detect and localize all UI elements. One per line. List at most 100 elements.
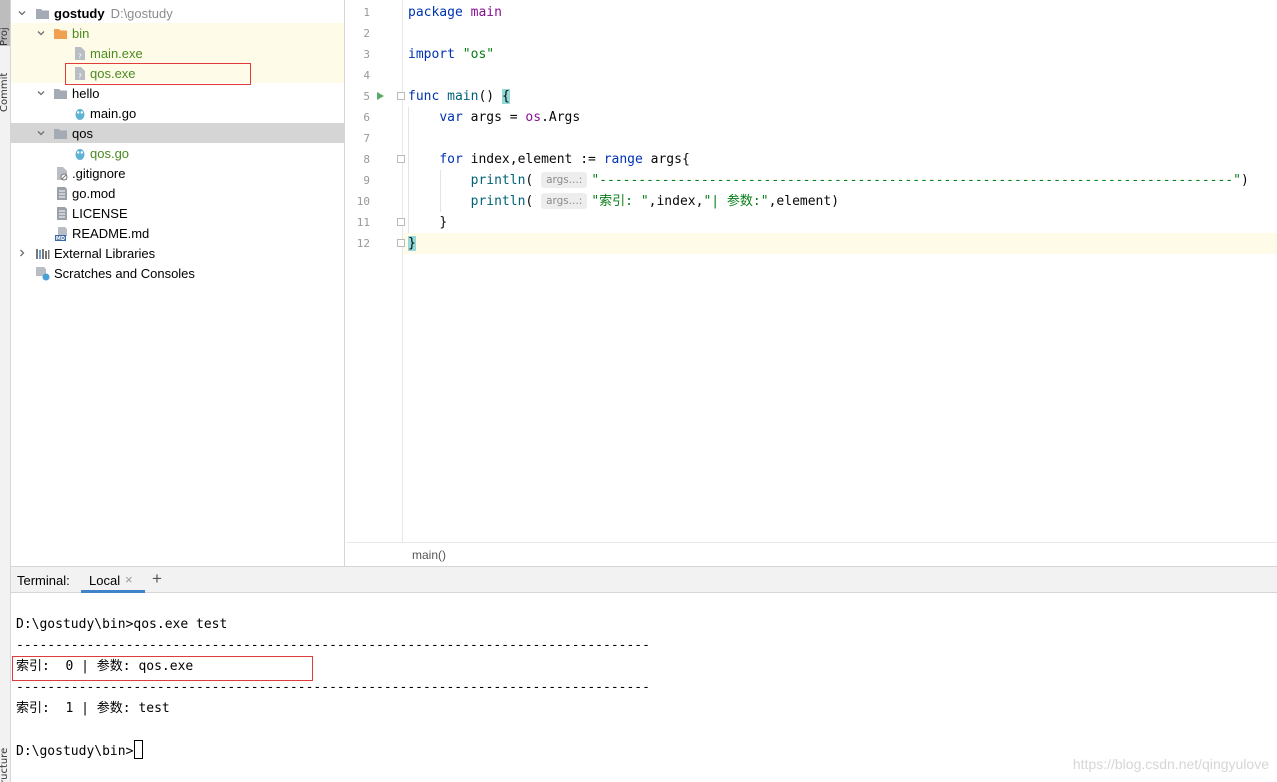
line-number: 2 <box>363 27 370 40</box>
close-icon[interactable]: × <box>125 572 133 587</box>
tree-row-hello[interactable]: hello <box>11 83 344 103</box>
code-line-8: for index,element := range args{ <box>439 152 690 167</box>
tree-label: Scratches and Consoles <box>54 265 195 281</box>
structure-tool-tab[interactable]: ructure <box>0 744 10 782</box>
text-file-icon <box>54 205 70 221</box>
code-line-3: import "os" <box>408 47 495 62</box>
terminal-header: Terminal: Local × + <box>11 566 1277 593</box>
project-tree-panel: gostudy D:\gostudy bin ? main.exe ? qos.e… <box>11 0 345 566</box>
library-icon <box>34 245 50 261</box>
code-line-12: } <box>408 236 416 251</box>
terminal-line: D:\gostudy\bin>qos.exe test <box>16 617 228 632</box>
line-number: 7 <box>363 132 370 145</box>
fold-marker-icon[interactable] <box>397 92 405 100</box>
unknown-file-icon: ? <box>72 45 88 61</box>
fold-marker-icon[interactable] <box>397 218 405 226</box>
watermark: https://blog.csdn.net/qingyulove <box>1072 756 1269 772</box>
breadcrumb[interactable]: main() <box>412 548 446 562</box>
line-number: 3 <box>363 48 370 61</box>
tree-row-qos[interactable]: qos <box>11 123 344 143</box>
tree-row-bin[interactable]: bin <box>11 23 344 43</box>
tree-row-gitignore[interactable]: .gitignore <box>11 163 344 183</box>
highlight-box <box>65 63 251 85</box>
code-line-10: println( args...: "索引: ",index,"| 参数:",el… <box>470 193 840 209</box>
tree-row-qos-go[interactable]: qos.go <box>11 143 344 163</box>
tree-row-gostudy[interactable]: gostudy D:\gostudy <box>11 3 344 23</box>
code-line-11: } <box>439 215 448 230</box>
fold-marker-icon[interactable] <box>397 155 405 163</box>
project-tool-tab[interactable]: Proj <box>0 0 10 46</box>
terminal-line: ----------------------------------------… <box>16 680 650 695</box>
terminal-output[interactable]: D:\gostudy\bin>qos.exe test ------------… <box>11 593 1277 782</box>
commit-tool-tab[interactable]: Commit <box>0 56 10 112</box>
tree-label: go.mod <box>72 185 116 201</box>
svg-text:MD: MD <box>55 236 64 241</box>
current-line-highlight <box>346 233 1277 254</box>
code-line-5: func main() { <box>408 89 510 104</box>
code-line-9: println( args...: "----------------------… <box>470 172 1249 188</box>
line-number: 8 <box>363 153 370 166</box>
tree-label: README.md <box>72 225 150 241</box>
tab-local[interactable]: Local × <box>81 567 145 593</box>
fold-marker-icon[interactable] <box>397 239 405 247</box>
scratches-icon <box>34 265 50 281</box>
folder-icon <box>52 85 68 101</box>
folder-icon <box>52 25 68 41</box>
code-editor[interactable]: 1 2 3 4 5 6 7 8 9 10 11 12 package main … <box>346 0 1277 566</box>
folder-icon <box>34 5 50 21</box>
code-line-6: var args = os.Args <box>439 110 581 125</box>
tree-label: bin <box>72 25 90 41</box>
chevron-down-icon[interactable] <box>36 28 46 38</box>
tree-label: main.go <box>90 105 137 121</box>
line-number: 12 <box>356 237 370 250</box>
parameter-hint: args...: <box>541 172 588 188</box>
code-line-1: package main <box>408 5 502 20</box>
go-file-icon <box>72 145 88 161</box>
tree-label: qos.go <box>90 145 130 161</box>
line-number: 10 <box>356 195 370 208</box>
chevron-down-icon[interactable] <box>36 128 46 138</box>
chevron-down-icon[interactable] <box>36 88 46 98</box>
tree-row-main-exe[interactable]: ? main.exe <box>11 43 344 63</box>
tree-label: hello <box>72 85 100 101</box>
new-terminal-tab-button[interactable]: + <box>152 569 162 589</box>
terminal-prompt-line: D:\gostudy\bin> <box>16 740 144 761</box>
terminal-caret[interactable] <box>134 740 144 759</box>
tree-label: .gitignore <box>72 165 126 181</box>
terminal-prompt: D:\gostudy\bin> <box>16 744 134 759</box>
tree-row-go-mod[interactable]: go.mod <box>11 183 344 203</box>
root-path-hint: D:\gostudy <box>110 5 173 21</box>
line-number: 9 <box>363 174 370 187</box>
terminal-line: 索引: 1 | 参数: test <box>16 701 170 716</box>
markdown-file-icon: MD <box>54 225 70 241</box>
line-number: 4 <box>363 69 370 82</box>
parameter-hint: args...: <box>541 193 588 209</box>
tree-row-license[interactable]: LICENSE <box>11 203 344 223</box>
tree-label: External Libraries <box>54 245 156 261</box>
tree-label: LICENSE <box>72 205 128 221</box>
tree-root-label: gostudy D:\gostudy <box>54 5 173 21</box>
text-file-icon <box>54 185 70 201</box>
line-number: 11 <box>356 216 370 229</box>
tab-local-label: Local <box>89 573 121 588</box>
run-icon[interactable] <box>375 91 385 101</box>
terminal-line: ----------------------------------------… <box>16 638 650 653</box>
chevron-down-icon[interactable] <box>17 8 27 18</box>
line-number: 1 <box>363 6 370 19</box>
tree-label: main.exe <box>90 45 143 61</box>
tree-row-readme[interactable]: MD README.md <box>11 223 344 243</box>
tree-label: qos <box>72 125 93 141</box>
editor-gutter: 1 2 3 4 5 6 7 8 9 10 11 12 <box>346 0 405 542</box>
terminal-title: Terminal: <box>17 573 70 588</box>
tree-row-hello-main-go[interactable]: main.go <box>11 103 344 123</box>
line-number: 6 <box>363 111 370 124</box>
gitignore-file-icon <box>54 165 70 181</box>
folder-icon <box>52 125 68 141</box>
chevron-right-icon[interactable] <box>17 248 27 258</box>
breadcrumb-bar: main() <box>346 542 1277 566</box>
go-file-icon <box>72 105 88 121</box>
tree-row-scratches[interactable]: Scratches and Consoles <box>11 263 344 283</box>
svg-text:?: ? <box>78 52 82 60</box>
line-number: 5 <box>363 90 370 103</box>
tree-row-external-libraries[interactable]: External Libraries <box>11 243 344 263</box>
